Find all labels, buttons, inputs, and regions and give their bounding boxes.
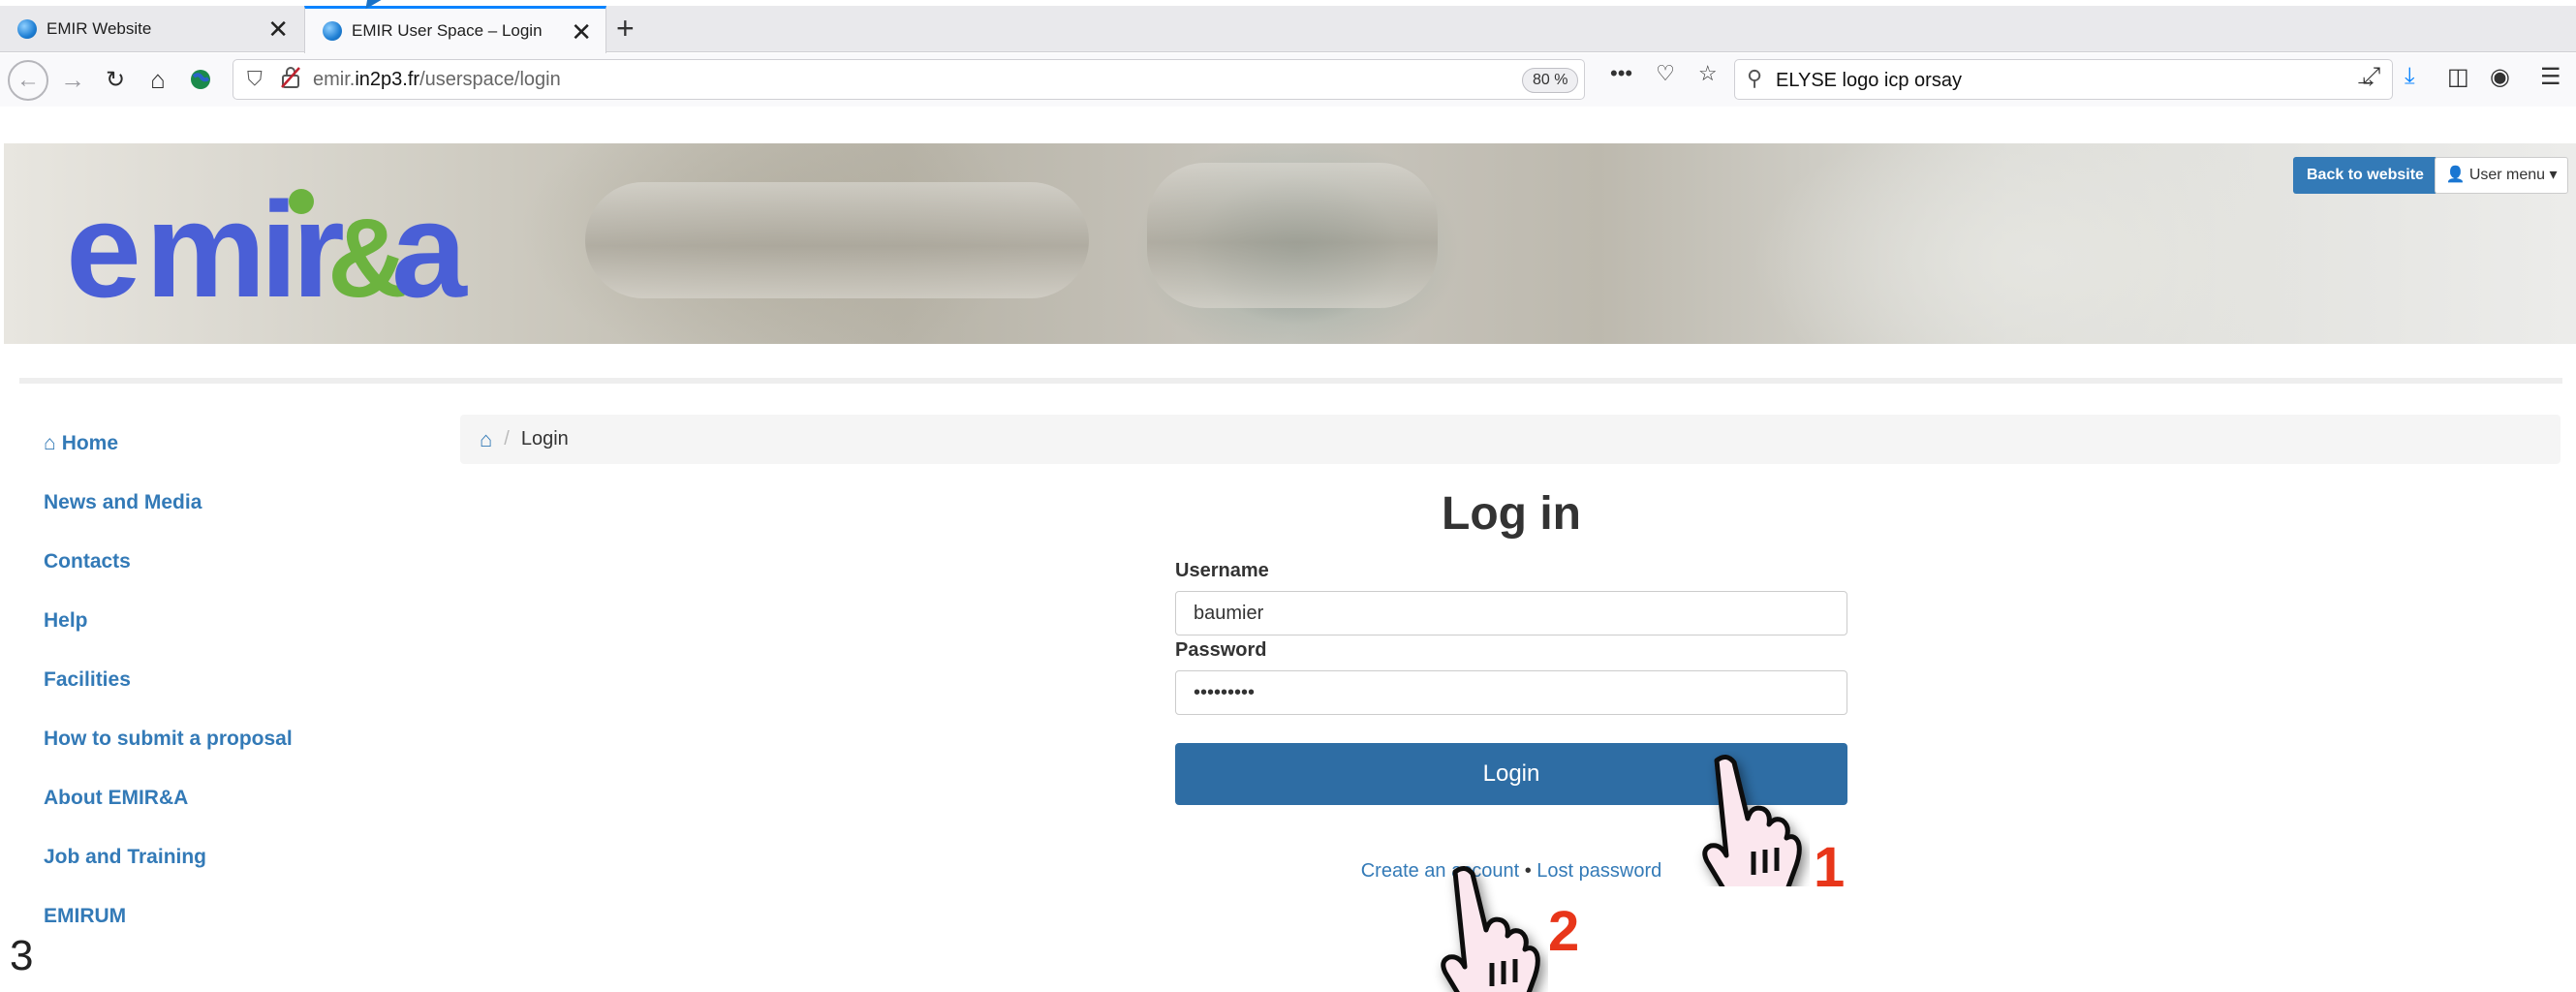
- url-domain: in2p3.fr: [355, 69, 420, 90]
- step-number: 2: [1548, 900, 1580, 963]
- password-field[interactable]: [1175, 670, 1847, 715]
- sidebar-toggle-icon[interactable]: ◫: [2447, 63, 2469, 91]
- url-path: /userspace/login: [419, 69, 561, 90]
- home-icon: ⌂: [44, 432, 56, 454]
- search-input[interactable]: ELYSE logo icp orsay: [1776, 70, 1962, 92]
- pocket-icon[interactable]: ♡: [1656, 61, 1675, 86]
- sidebar-item-job-and-training[interactable]: Job and Training: [44, 840, 431, 899]
- account-icon[interactable]: ◉: [2490, 63, 2510, 91]
- username-label: Username: [1175, 560, 1269, 581]
- more-actions-icon[interactable]: •••: [1610, 61, 1632, 86]
- user-menu-button[interactable]: 👤 User menu ▾: [2435, 157, 2568, 194]
- zoom-indicator[interactable]: 80 %: [1522, 68, 1579, 93]
- url-prefix: emir.: [313, 69, 356, 90]
- user-icon: 👤: [2445, 167, 2466, 183]
- lost-password-link[interactable]: Lost password: [1536, 860, 1661, 882]
- reload-icon[interactable]: ↻: [99, 63, 132, 96]
- url-text: emir.in2p3.fr/userspace/login: [313, 69, 561, 91]
- globe-icon: [323, 21, 342, 41]
- tab-title: EMIR User Space – Login: [352, 21, 543, 40]
- tab-title: EMIR Website: [47, 19, 152, 38]
- pointing-hand-icon: [1702, 755, 1802, 886]
- insecure-lock-icon[interactable]: [280, 66, 301, 95]
- navigation-toolbar: ← → ↻ ⌂ ⛉ emir.in2p3.fr/userspace/login …: [0, 53, 2576, 107]
- banner-pipe: [1147, 163, 1438, 308]
- sidebar-item-facilities[interactable]: Facilities: [44, 663, 431, 722]
- username-field[interactable]: [1175, 591, 1847, 636]
- sidebar-item-contacts[interactable]: Contacts: [44, 544, 431, 604]
- tab-emir-website[interactable]: EMIR Website ✕: [0, 6, 302, 52]
- sidebar-item-news-and-media[interactable]: News and Media: [44, 485, 431, 544]
- header-banner: e mir & a: [4, 143, 2576, 344]
- download-icon[interactable]: ⤓: [2405, 63, 2415, 90]
- search-bar[interactable]: ⚲ ELYSE logo icp orsay →: [1734, 59, 2393, 100]
- close-icon[interactable]: ✕: [267, 14, 289, 45]
- home-icon[interactable]: ⌂: [141, 63, 174, 96]
- svg-text:a: a: [391, 182, 468, 318]
- hamburger-menu-icon[interactable]: ☰: [2540, 63, 2561, 91]
- divider: [19, 378, 2562, 384]
- back-arrow-icon[interactable]: ←: [8, 60, 48, 101]
- sidebar-item-about[interactable]: About EMIR&A: [44, 781, 431, 840]
- forward-arrow-icon[interactable]: →: [56, 63, 89, 96]
- home-icon[interactable]: ⌂: [480, 427, 492, 452]
- step-number: 1: [1814, 836, 1846, 899]
- breadcrumb: ⌂ / Login: [460, 415, 2560, 464]
- bookmark-star-icon[interactable]: ☆: [1698, 61, 1718, 86]
- search-icon: ⚲: [1747, 66, 1763, 90]
- page-title: Log in: [1442, 488, 1581, 540]
- plus-icon[interactable]: +: [616, 12, 635, 45]
- url-bar[interactable]: ⛉ emir.in2p3.fr/userspace/login 80 %: [233, 59, 1585, 100]
- caret-down-icon: ▾: [2549, 167, 2558, 183]
- page-actions: ••• ♡ ☆: [1610, 61, 1718, 86]
- breadcrumb-separator: /: [504, 428, 510, 450]
- sidebar-item-home[interactable]: ⌂ Home: [44, 426, 431, 485]
- emira-logo[interactable]: e mir & a: [66, 182, 492, 318]
- pointing-hand-icon: [1441, 866, 1540, 992]
- shield-icon[interactable]: ⛉: [247, 68, 263, 91]
- sidebar: ⌂ Home News and Media Contacts Help Facil…: [44, 426, 431, 958]
- slide-number: 3: [10, 932, 34, 979]
- breadcrumb-current: Login: [520, 428, 569, 450]
- user-menu-label: User menu: [2468, 167, 2546, 183]
- password-label: Password: [1175, 639, 1267, 661]
- tab-emir-user-space[interactable]: EMIR User Space – Login ✕: [304, 6, 606, 53]
- tab-bar: EMIR Website ✕ EMIR User Space – Login ✕…: [0, 6, 2576, 53]
- sidebar-item-emirum[interactable]: EMIRUM: [44, 899, 431, 958]
- fullscreen-icon[interactable]: ⤢: [2362, 63, 2380, 90]
- banner-pipe: [585, 182, 1089, 298]
- sidebar-item-help[interactable]: Help: [44, 604, 431, 663]
- extension-globe-icon[interactable]: [184, 63, 217, 96]
- back-to-website-button[interactable]: Back to website: [2293, 157, 2437, 194]
- globe-icon: [17, 19, 37, 39]
- sidebar-item-label: Home: [61, 432, 119, 454]
- close-icon[interactable]: ✕: [571, 16, 592, 47]
- sidebar-item-submit-proposal[interactable]: How to submit a proposal: [44, 722, 431, 781]
- svg-text:e: e: [66, 182, 141, 318]
- screenshot: EMIR Website ✕ EMIR User Space – Login ✕…: [0, 0, 2576, 992]
